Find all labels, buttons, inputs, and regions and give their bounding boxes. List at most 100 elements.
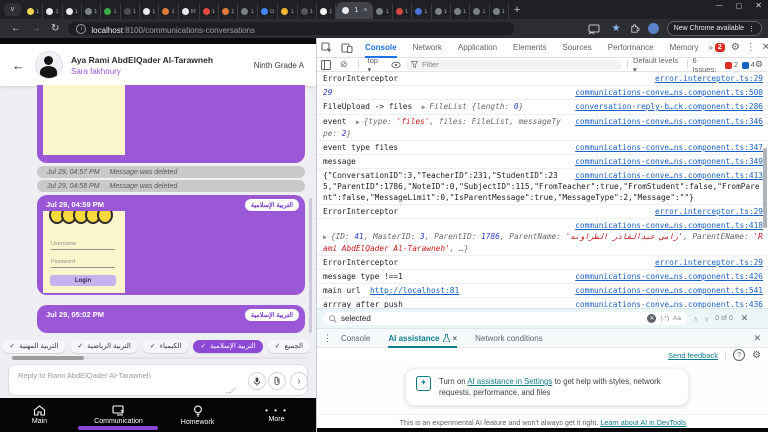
scrollbar-thumb[interactable]	[12, 356, 84, 360]
attachment-image[interactable]	[43, 85, 125, 155]
site-info-icon[interactable]: i	[76, 24, 86, 34]
filter-chip[interactable]: التربية الإسلامية✓	[193, 340, 262, 353]
cast-icon[interactable]	[588, 23, 600, 35]
console-filter-input[interactable]: Filter	[405, 60, 622, 70]
chips-horizontal-scrollbar[interactable]	[4, 356, 312, 360]
regex-toggle[interactable]: (.*)	[660, 315, 669, 322]
settings-gear-icon[interactable]: ⚙	[731, 42, 740, 53]
profile-avatar[interactable]	[648, 23, 659, 34]
resize-handle[interactable]	[225, 388, 236, 394]
console-log-row[interactable]: communications-conve…ns.component.ts:349…	[317, 155, 768, 169]
drawer-tab-network-conditions[interactable]: Network conditions	[475, 328, 543, 348]
send-button[interactable]: ›	[290, 372, 308, 390]
device-toolbar-icon[interactable]	[341, 42, 353, 54]
source-link[interactable]: error.interceptor.ts:29	[655, 73, 763, 84]
attach-button[interactable]	[268, 372, 286, 390]
drawer-menu-icon[interactable]: ⋮	[323, 333, 332, 344]
mic-button[interactable]	[248, 372, 266, 390]
help-icon[interactable]: ?	[733, 349, 745, 361]
browser-tab[interactable]: G	[258, 4, 279, 19]
extensions-icon[interactable]	[629, 23, 640, 34]
source-link[interactable]: communications-conve…ns.component.ts:349	[575, 156, 763, 167]
inspect-element-icon[interactable]	[321, 42, 333, 54]
console-log-row[interactable]: error.interceptor.ts:29ErrorInterceptor	[317, 72, 768, 86]
drawer-tab-ai-assistance[interactable]: AI assistance ×	[388, 328, 457, 348]
send-feedback-link[interactable]: Send feedback	[668, 351, 718, 360]
console-log-row[interactable]: communications-conve…ns.component.ts:541…	[317, 284, 768, 298]
filter-chip[interactable]: الجميع✓	[268, 340, 310, 353]
source-link[interactable]: communications-conve…ns.component.ts:436	[575, 299, 763, 308]
more-tabs-icon[interactable]: »	[708, 38, 712, 58]
filter-chip[interactable]: الكيمياء✓	[143, 340, 189, 353]
context-selector[interactable]: top ▾	[368, 56, 384, 74]
browser-tab[interactable]: 1	[490, 4, 509, 19]
browser-tab[interactable]: 1	[373, 4, 392, 19]
console-settings-gear-icon[interactable]: ⚙	[755, 59, 763, 70]
maximize-icon[interactable]: ▢	[736, 2, 743, 10]
clear-search-icon[interactable]: ✕	[647, 314, 656, 323]
console-log-row[interactable]: communications-conve…ns.component.ts:426…	[317, 270, 768, 284]
update-chrome-button[interactable]: New Chrome available ⋮	[667, 21, 762, 36]
source-link[interactable]: communications-conve…ns.component.ts:500	[575, 87, 763, 98]
avatar[interactable]	[35, 51, 63, 79]
close-window-icon[interactable]: ✕	[755, 1, 762, 10]
devtools-menu-icon[interactable]: ⋮	[746, 42, 756, 53]
browser-tab[interactable]: 1	[43, 4, 62, 19]
login-screenshot-image[interactable]: Username Password Login	[43, 211, 125, 293]
console-log-row[interactable]: communications-conve…ns.component.ts:500…	[317, 86, 768, 100]
source-link[interactable]: error.interceptor.ts:29	[655, 206, 763, 217]
console-scrollbar-thumb[interactable]	[763, 148, 767, 228]
tab-console[interactable]: Console	[365, 38, 397, 58]
tab-close-icon[interactable]: ×	[363, 7, 367, 14]
source-link[interactable]: communications-conve…ns.component.ts:347	[575, 142, 763, 153]
clear-console-icon[interactable]: ⊘	[340, 59, 348, 70]
source-link[interactable]: communications-conve…ns.component.ts:541	[575, 285, 763, 296]
issues-label[interactable]: 6 Issues:	[693, 56, 722, 74]
console-log-row[interactable]: communications-conve…ns.component.ts:413…	[317, 169, 768, 205]
tab-elements[interactable]: Elements	[513, 38, 546, 58]
close-drawer-icon[interactable]: ✕	[753, 333, 761, 344]
browser-tab[interactable]: 1	[412, 4, 431, 19]
ai-settings-link[interactable]: AI assistance in Settings	[467, 377, 552, 386]
live-expression-eye-icon[interactable]	[391, 61, 401, 69]
filter-chip[interactable]: التربية المهنية✓	[2, 340, 65, 353]
console-log-row[interactable]: communications-conve…ns.component.ts:346…	[317, 115, 768, 141]
browser-tab[interactable]: 1	[298, 4, 317, 19]
console-log-row[interactable]: communications-conve…ns.component.ts:436…	[317, 298, 768, 308]
new-tab-button[interactable]: +	[514, 4, 520, 16]
message-bubble-text[interactable]: Jul 29, 05:02 PM التربية الإسلامية	[37, 305, 305, 333]
browser-tab[interactable]: 1	[470, 4, 489, 19]
browser-tab[interactable]: 1	[101, 4, 120, 19]
console-log-row[interactable]: error.interceptor.ts:29ErrorInterceptor	[317, 205, 768, 219]
back-icon[interactable]: ←	[11, 23, 21, 34]
learn-about-ai-link[interactable]: Learn about AI in DevTools	[600, 418, 686, 427]
browser-tab[interactable]: 1	[451, 4, 470, 19]
ai-settings-gear-icon[interactable]: ⚙	[752, 350, 761, 361]
browser-tab[interactable]: 1	[219, 4, 238, 19]
close-ai-tab-icon[interactable]: ×	[453, 334, 458, 343]
close-search-icon[interactable]: ✕	[741, 313, 749, 324]
message-bubble-login-image[interactable]: Jul 29, 04:59 PM التربية الإسلامية Usern…	[37, 195, 305, 295]
address-bar[interactable]: i localhost:8100/communications-conversa…	[68, 22, 514, 35]
browser-tab[interactable]: 1	[24, 4, 43, 19]
back-arrow-icon[interactable]: ←	[12, 58, 25, 73]
console-log-row[interactable]: communications-conve…ns.component.ts:347…	[317, 141, 768, 155]
drawer-tab-console[interactable]: Console	[341, 328, 370, 348]
tab-memory[interactable]: Memory	[670, 38, 699, 58]
browser-tab[interactable]: 1	[82, 4, 101, 19]
reload-icon[interactable]: ↻	[51, 23, 59, 34]
nav-main[interactable]: Main	[0, 398, 79, 432]
browser-tab[interactable]: 1	[63, 4, 82, 19]
source-link[interactable]: error.interceptor.ts:29	[655, 257, 763, 268]
search-prev-icon[interactable]: ∧	[693, 315, 698, 323]
close-devtools-icon[interactable]: ✕	[762, 42, 768, 53]
source-link[interactable]: conversation-reply-b…ck.component.ts:286	[575, 101, 763, 112]
forward-icon[interactable]: →	[31, 23, 41, 34]
tab-application[interactable]: Application	[458, 38, 497, 58]
minimize-icon[interactable]: —	[716, 2, 723, 9]
active-tab[interactable]: 1 ×	[336, 2, 373, 19]
browser-tab[interactable]: 1	[140, 4, 159, 19]
browser-tab[interactable]: 1	[159, 4, 178, 19]
match-case-toggle[interactable]: Aa	[673, 315, 681, 322]
source-link[interactable]: communications-conve…ns.component.ts:346	[575, 116, 763, 127]
